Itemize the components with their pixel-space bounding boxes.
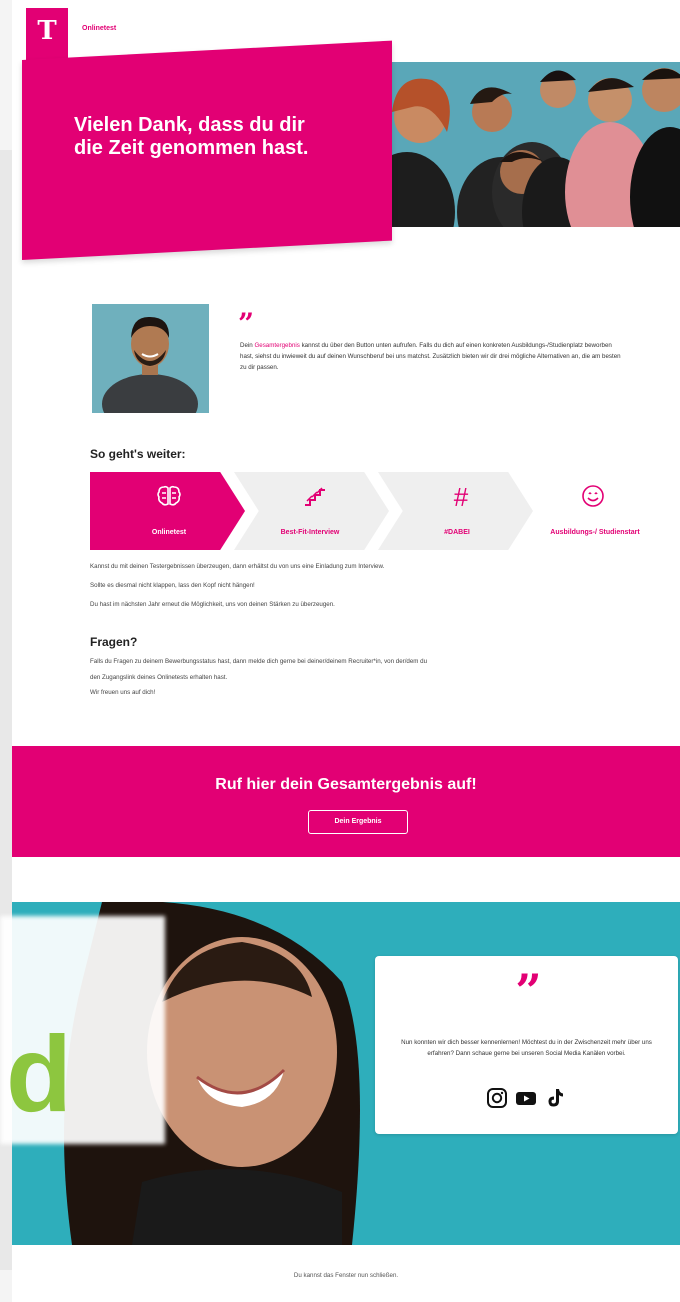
fragen-title: Fragen? — [90, 635, 138, 649]
info-line-2: Sollte es diesmal nicht klappen, lass de… — [90, 582, 255, 589]
recruiter-photo — [92, 304, 209, 413]
logo-glyph: T — [37, 16, 57, 46]
quote-text: Dein Gesamtergebnis kannst du über den B… — [240, 340, 625, 374]
quote-text-start: Dein — [240, 342, 255, 349]
telekom-logo[interactable]: T — [26, 8, 68, 60]
result-banner — [12, 746, 680, 857]
header-link-onlinetest[interactable]: Onlinetest — [82, 25, 116, 32]
step-label-onlinetest: Onlinetest — [151, 529, 187, 536]
info-line-1: Kannst du mit deinen Testergebnissen übe… — [90, 563, 385, 570]
card-quote-icon: ” — [515, 964, 541, 1018]
steps-title: So geht's weiter: — [90, 447, 186, 461]
hero-photo-illustration — [352, 62, 680, 227]
hero-title: Vielen Dank, dass du dir die Zeit genomm… — [74, 114, 309, 159]
quote-icon: ” — [238, 307, 254, 340]
quote-highlight-link[interactable]: Gesamtergebnis — [254, 342, 299, 349]
fragen-line-3: Wir freuen uns auf dich! — [90, 689, 156, 696]
footer-text: Du kannst das Fenster nun schließen. — [293, 1272, 399, 1279]
stairs-icon — [280, 484, 350, 514]
hashtag-icon: # — [453, 482, 469, 512]
hero-group-photo — [352, 62, 680, 227]
overlay-letter: d — [6, 1013, 72, 1134]
recruiter-illustration — [92, 304, 209, 413]
instagram-icon[interactable] — [486, 1087, 508, 1109]
social-card-text: Nun konnten wir dich besser kennenlernen… — [401, 1039, 652, 1057]
step-label-best-fit: Best-Fit-Interview — [280, 529, 340, 536]
banner-title: Ruf hier dein Gesamtergebnis auf! — [215, 776, 477, 793]
result-button[interactable]: Dein Ergebnis — [308, 810, 408, 834]
step-label-start: Ausbildungs-/ Studienstart — [550, 529, 640, 536]
smiley-icon — [558, 484, 628, 514]
fragen-line-2: den Zugangslink deines Onlinetests erhal… — [90, 674, 228, 681]
step-label-dabei: #DABEI — [444, 529, 470, 536]
fragen-line-1: Falls du Fragen zu deinem Bewerbungsstat… — [90, 658, 428, 665]
youtube-icon[interactable] — [515, 1087, 537, 1109]
tiktok-icon[interactable] — [544, 1087, 566, 1109]
page: T Onlinetest Vielen Dank, dass du dir di… — [0, 0, 680, 1302]
brain-icon — [134, 484, 204, 514]
info-line-3: Du hast im nächsten Jahr erneut die Mögl… — [90, 601, 335, 608]
